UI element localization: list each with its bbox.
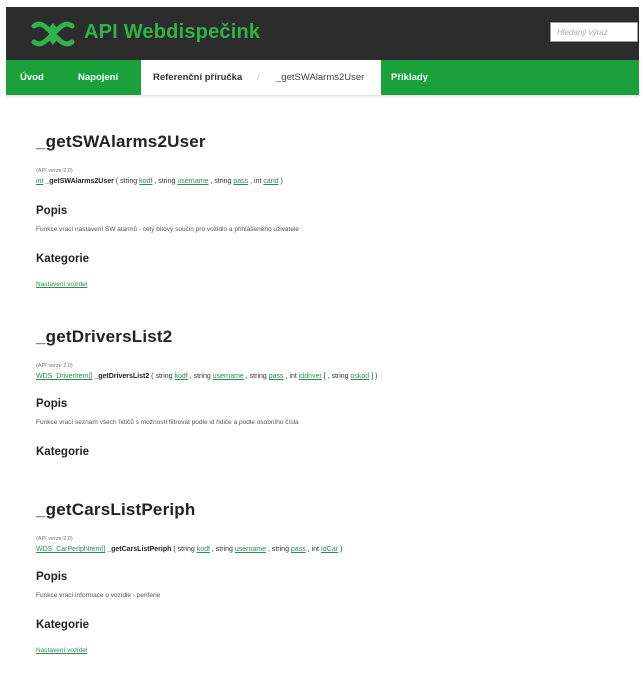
function-section: _getCarsListPeriph (API verze 2.0) WDS_C… <box>36 498 636 657</box>
nav-item-uvod[interactable]: Úvod <box>20 60 44 95</box>
param-link[interactable]: username <box>235 546 266 553</box>
main-nav: Úvod Napojení Referenční příručka / _get… <box>6 60 639 98</box>
function-title: _getCarsListPeriph <box>36 500 196 519</box>
function-section: _getSWAlarms2User (API verze 2.0) int _g… <box>36 130 636 291</box>
function-description: Funkce vrací nastavení SW alarmů - celý … <box>36 226 300 233</box>
function-description: Funkce vrací seznam všech řidičů s možno… <box>36 419 299 426</box>
return-type-link[interactable]: int <box>36 178 43 185</box>
param-link[interactable]: pass <box>291 546 306 553</box>
breadcrumb-current: _getSWAlarms2User <box>276 72 365 83</box>
param-type: string <box>155 373 173 380</box>
function-description: Funkce vrací informace o vozidle - perif… <box>36 592 161 599</box>
function-name: _getSWAlarms2User <box>45 178 114 185</box>
category-link[interactable]: Nastavení vozidel <box>36 280 87 290</box>
param-link[interactable]: kodf <box>139 178 152 185</box>
param-type: string <box>193 373 211 380</box>
nav-item-referencni-prirucka[interactable]: Referenční příručka <box>153 60 242 95</box>
nav-item-napojeni[interactable]: Napojení <box>78 60 118 95</box>
popis-heading: Popis <box>36 398 68 410</box>
param-link[interactable]: username <box>213 373 244 380</box>
param-link[interactable]: pass <box>269 373 284 380</box>
popis-heading: Popis <box>36 571 68 583</box>
nav-item-priklady[interactable]: Příklady <box>391 60 428 95</box>
search-input[interactable] <box>550 22 638 42</box>
kategorie-heading: Kategorie <box>36 446 90 458</box>
function-title: _getDriversList2 <box>36 327 173 346</box>
category-link[interactable]: Nastavení vozidel <box>36 646 87 656</box>
function-name: _getDriversList2 <box>94 373 150 380</box>
param-type: string <box>177 546 195 553</box>
function-signature: WDS_DriverItem[] _getDriversList2 ( stri… <box>36 373 378 380</box>
param-link[interactable]: oskod <box>351 373 370 380</box>
param-type: int <box>311 546 319 553</box>
param-link[interactable]: kodf <box>175 373 188 380</box>
function-signature: int _getSWAlarms2User ( string kodf , st… <box>36 178 283 185</box>
param-type: string <box>214 178 232 185</box>
api-version: (API verze 2.0) <box>36 536 73 542</box>
function-name: _getCarsListPeriph <box>107 546 172 553</box>
param-type: string <box>249 373 267 380</box>
param-link[interactable]: iddriver <box>299 373 322 380</box>
kategorie-heading: Kategorie <box>36 619 90 631</box>
return-type-link[interactable]: WDS_CarPeriphItem[] <box>36 546 105 553</box>
param-link[interactable]: carid <box>263 178 278 185</box>
api-version: (API verze 2.0) <box>36 363 73 369</box>
top-bar: API Webdispečink <box>6 7 639 60</box>
param-type: string <box>158 178 176 185</box>
param-type: string <box>215 546 233 553</box>
param-link[interactable]: pass <box>233 178 248 185</box>
main-content: _getSWAlarms2User (API verze 2.0) int _g… <box>36 130 636 657</box>
brand-title[interactable]: API Webdispečink <box>84 21 260 44</box>
param-type: string <box>120 178 138 185</box>
param-link[interactable]: kodf <box>197 546 210 553</box>
nav-shadow <box>6 95 639 99</box>
param-link[interactable]: IdCar <box>321 546 338 553</box>
function-signature: WDS_CarPeriphItem[] _getCarsListPeriph (… <box>36 546 343 553</box>
logo-icon <box>31 21 75 47</box>
breadcrumb-separator: / <box>257 72 260 82</box>
popis-heading: Popis <box>36 205 68 217</box>
return-type-link[interactable]: WDS_DriverItem[] <box>36 373 92 380</box>
param-type: int <box>254 178 262 185</box>
param-type: string <box>271 546 289 553</box>
param-type: int <box>289 373 297 380</box>
param-type: string <box>331 373 349 380</box>
function-title: _getSWAlarms2User <box>36 132 206 151</box>
kategorie-heading: Kategorie <box>36 253 90 265</box>
function-section: _getDriversList2 (API verze 2.0) WDS_Dri… <box>36 325 636 460</box>
param-link[interactable]: username <box>177 178 208 185</box>
breadcrumb: Referenční příručka / _getSWAlarms2User <box>141 60 381 98</box>
api-version: (API verze 2.0) <box>36 168 73 174</box>
